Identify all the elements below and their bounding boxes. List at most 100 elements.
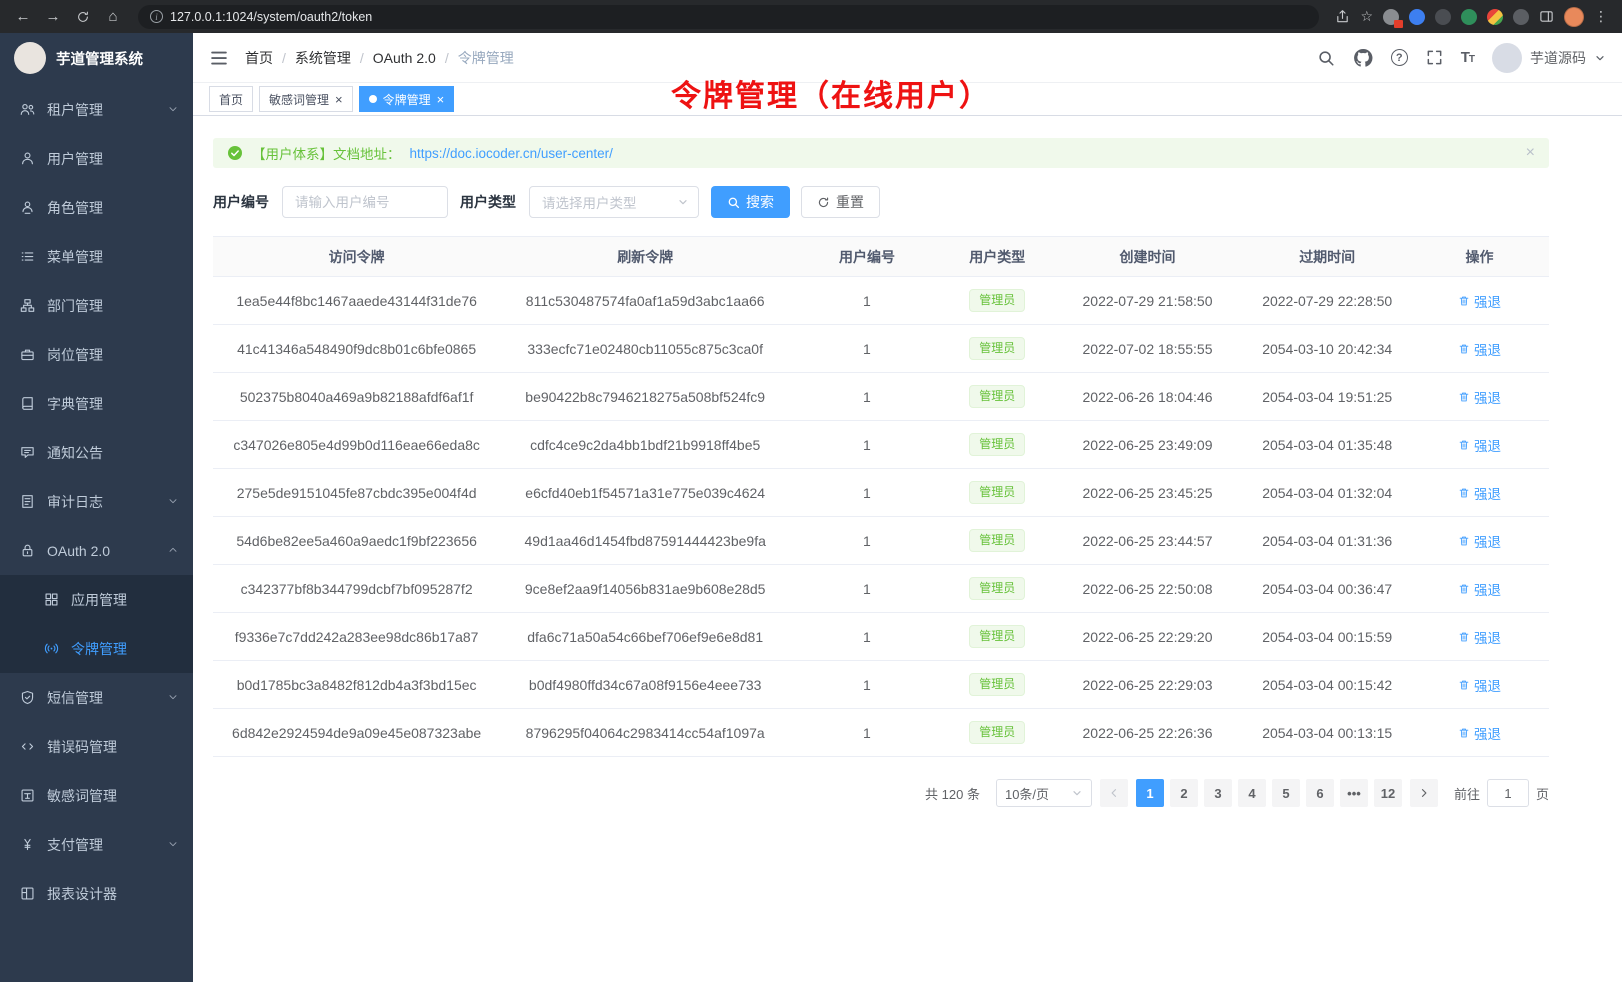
access-token-cell: c342377bf8b344799dcbf7bf095287f2 xyxy=(213,565,500,613)
extension-icon[interactable] xyxy=(1383,9,1399,25)
force-logout-button[interactable]: 强退 xyxy=(1458,531,1501,551)
extension-badge xyxy=(1394,20,1403,28)
page-button[interactable]: 6 xyxy=(1306,779,1334,807)
reset-button[interactable]: 重置 xyxy=(801,186,880,218)
user-menu[interactable]: 芋道源码 xyxy=(1492,43,1606,73)
sidebar-item-user[interactable]: 用户管理 xyxy=(0,134,193,183)
created-time-cell: 2022-07-02 18:55:55 xyxy=(1051,325,1245,373)
page-button[interactable]: 5 xyxy=(1272,779,1300,807)
tab[interactable]: 敏感词管理 × xyxy=(259,86,353,112)
breadcrumb-item[interactable]: 系统管理 xyxy=(295,48,351,68)
sidebar-item-report[interactable]: 报表设计器 xyxy=(0,869,193,918)
force-logout-button[interactable]: 强退 xyxy=(1458,291,1501,311)
force-logout-button[interactable]: 强退 xyxy=(1458,483,1501,503)
user-id-label: 用户编号 xyxy=(213,192,269,212)
extension-icon[interactable] xyxy=(1461,9,1477,25)
font-size-icon[interactable]: TT xyxy=(1461,49,1474,66)
alert-close-icon[interactable]: × xyxy=(1526,144,1535,162)
reload-icon[interactable] xyxy=(70,4,96,30)
tab[interactable]: 首页 xyxy=(209,86,253,112)
sidebar-item-oauth2-app[interactable]: 应用管理 xyxy=(0,575,193,624)
search-icon[interactable] xyxy=(1317,49,1335,67)
breadcrumb-item[interactable]: 首页 xyxy=(245,48,273,68)
next-page-button[interactable] xyxy=(1410,779,1438,807)
page-button[interactable]: 1 xyxy=(1136,779,1164,807)
url-bar[interactable]: i 127.0.0.1:1024/system/oauth2/token xyxy=(138,5,1319,29)
share-icon[interactable] xyxy=(1335,9,1350,24)
chevron-down-icon xyxy=(167,838,179,850)
back-icon[interactable]: ← xyxy=(10,4,36,30)
force-logout-button[interactable]: 强退 xyxy=(1458,723,1501,743)
sidebar-item-oauth2[interactable]: OAuth 2.0 xyxy=(0,526,193,575)
sidebar-item-label: 短信管理 xyxy=(47,688,103,708)
bookmark-star-icon[interactable]: ☆ xyxy=(1360,8,1373,25)
sidebar-item-role[interactable]: 角色管理 xyxy=(0,183,193,232)
force-logout-button[interactable]: 强退 xyxy=(1458,579,1501,599)
force-logout-button[interactable]: 强退 xyxy=(1458,627,1501,647)
goto-page-input[interactable] xyxy=(1487,779,1529,807)
tab-label: 敏感词管理 xyxy=(269,91,329,108)
page-button[interactable]: 4 xyxy=(1238,779,1266,807)
force-logout-button[interactable]: 强退 xyxy=(1458,435,1501,455)
user-id-input[interactable] xyxy=(282,186,448,218)
browser-profile-avatar[interactable] xyxy=(1564,7,1584,27)
force-logout-button[interactable]: 强退 xyxy=(1458,339,1501,359)
user-type-badge: 管理员 xyxy=(969,673,1025,697)
page-ellipsis[interactable]: ••• xyxy=(1340,779,1368,807)
extension-icon[interactable] xyxy=(1487,9,1503,25)
breadcrumb-item[interactable]: OAuth 2.0 xyxy=(373,50,436,66)
user-type-cell: 管理员 xyxy=(944,421,1051,469)
home-icon[interactable]: ⌂ xyxy=(100,4,126,30)
tab-close-icon[interactable]: × xyxy=(437,93,445,106)
extension-icon[interactable] xyxy=(1435,9,1451,25)
browser-menu-icon[interactable]: ⋮ xyxy=(1594,8,1608,25)
force-logout-button[interactable]: 强退 xyxy=(1458,675,1501,695)
sidebar-item-error-code[interactable]: 错误码管理 xyxy=(0,722,193,771)
action-cell: 强退 xyxy=(1410,325,1549,373)
sidebar-item-label: 字典管理 xyxy=(47,394,103,414)
sidebar-item-notice[interactable]: 通知公告 xyxy=(0,428,193,477)
prev-page-button[interactable] xyxy=(1100,779,1128,807)
side-panel-icon[interactable] xyxy=(1539,9,1554,24)
user-type-select[interactable]: 请选择用户类型 xyxy=(529,186,699,218)
sidebar-item-menu[interactable]: 菜单管理 xyxy=(0,232,193,281)
sidebar-item-post[interactable]: 岗位管理 xyxy=(0,330,193,379)
sidebar-item-dict[interactable]: 字典管理 xyxy=(0,379,193,428)
github-icon[interactable] xyxy=(1353,48,1373,68)
tree-icon xyxy=(20,298,35,313)
refresh-token-cell: b0df4980ffd34c67a08f9156e4eee733 xyxy=(500,661,790,709)
refresh-icon xyxy=(817,196,830,209)
hamburger-icon[interactable] xyxy=(209,48,229,68)
page-size-select[interactable]: 10条/页 xyxy=(996,779,1092,807)
tab[interactable]: 令牌管理× xyxy=(359,86,455,112)
force-logout-button[interactable]: 强退 xyxy=(1458,387,1501,407)
chevron-down-icon xyxy=(167,691,179,703)
user-type-cell: 管理员 xyxy=(944,469,1051,517)
page-button[interactable]: 2 xyxy=(1170,779,1198,807)
page-button[interactable]: 12 xyxy=(1374,779,1402,807)
forward-icon[interactable]: → xyxy=(40,4,66,30)
help-icon[interactable]: ? xyxy=(1391,49,1408,66)
sidebar-item-oauth2-token[interactable]: 令牌管理 xyxy=(0,624,193,673)
fullscreen-icon[interactable] xyxy=(1426,49,1443,66)
sidebar-item-sensitive-word[interactable]: 敏感词管理 xyxy=(0,771,193,820)
column-header: 用户编号 xyxy=(790,237,944,277)
sidebar-item-audit-log[interactable]: 审计日志 xyxy=(0,477,193,526)
alert-link[interactable]: https://doc.iocoder.cn/user-center/ xyxy=(410,146,613,161)
page-button[interactable]: 3 xyxy=(1204,779,1232,807)
created-time-cell: 2022-06-25 22:26:36 xyxy=(1051,709,1245,757)
extension-icon[interactable] xyxy=(1409,9,1425,25)
sidebar-item-tenant[interactable]: 租户管理 xyxy=(0,85,193,134)
created-time-cell: 2022-06-25 23:49:09 xyxy=(1051,421,1245,469)
oauth-icon xyxy=(20,543,35,558)
site-info-icon[interactable]: i xyxy=(150,10,163,23)
tab-close-icon[interactable]: × xyxy=(335,93,343,106)
dict-icon xyxy=(20,396,35,411)
sidebar-item-dept[interactable]: 部门管理 xyxy=(0,281,193,330)
reload-glyph xyxy=(76,10,90,24)
sidebar-item-sms[interactable]: 短信管理 xyxy=(0,673,193,722)
extension-icon[interactable] xyxy=(1513,9,1529,25)
sidebar-item-pay[interactable]: 支付管理 xyxy=(0,820,193,869)
app-title: 芋道管理系统 xyxy=(56,48,143,69)
search-button[interactable]: 搜索 xyxy=(711,186,790,218)
